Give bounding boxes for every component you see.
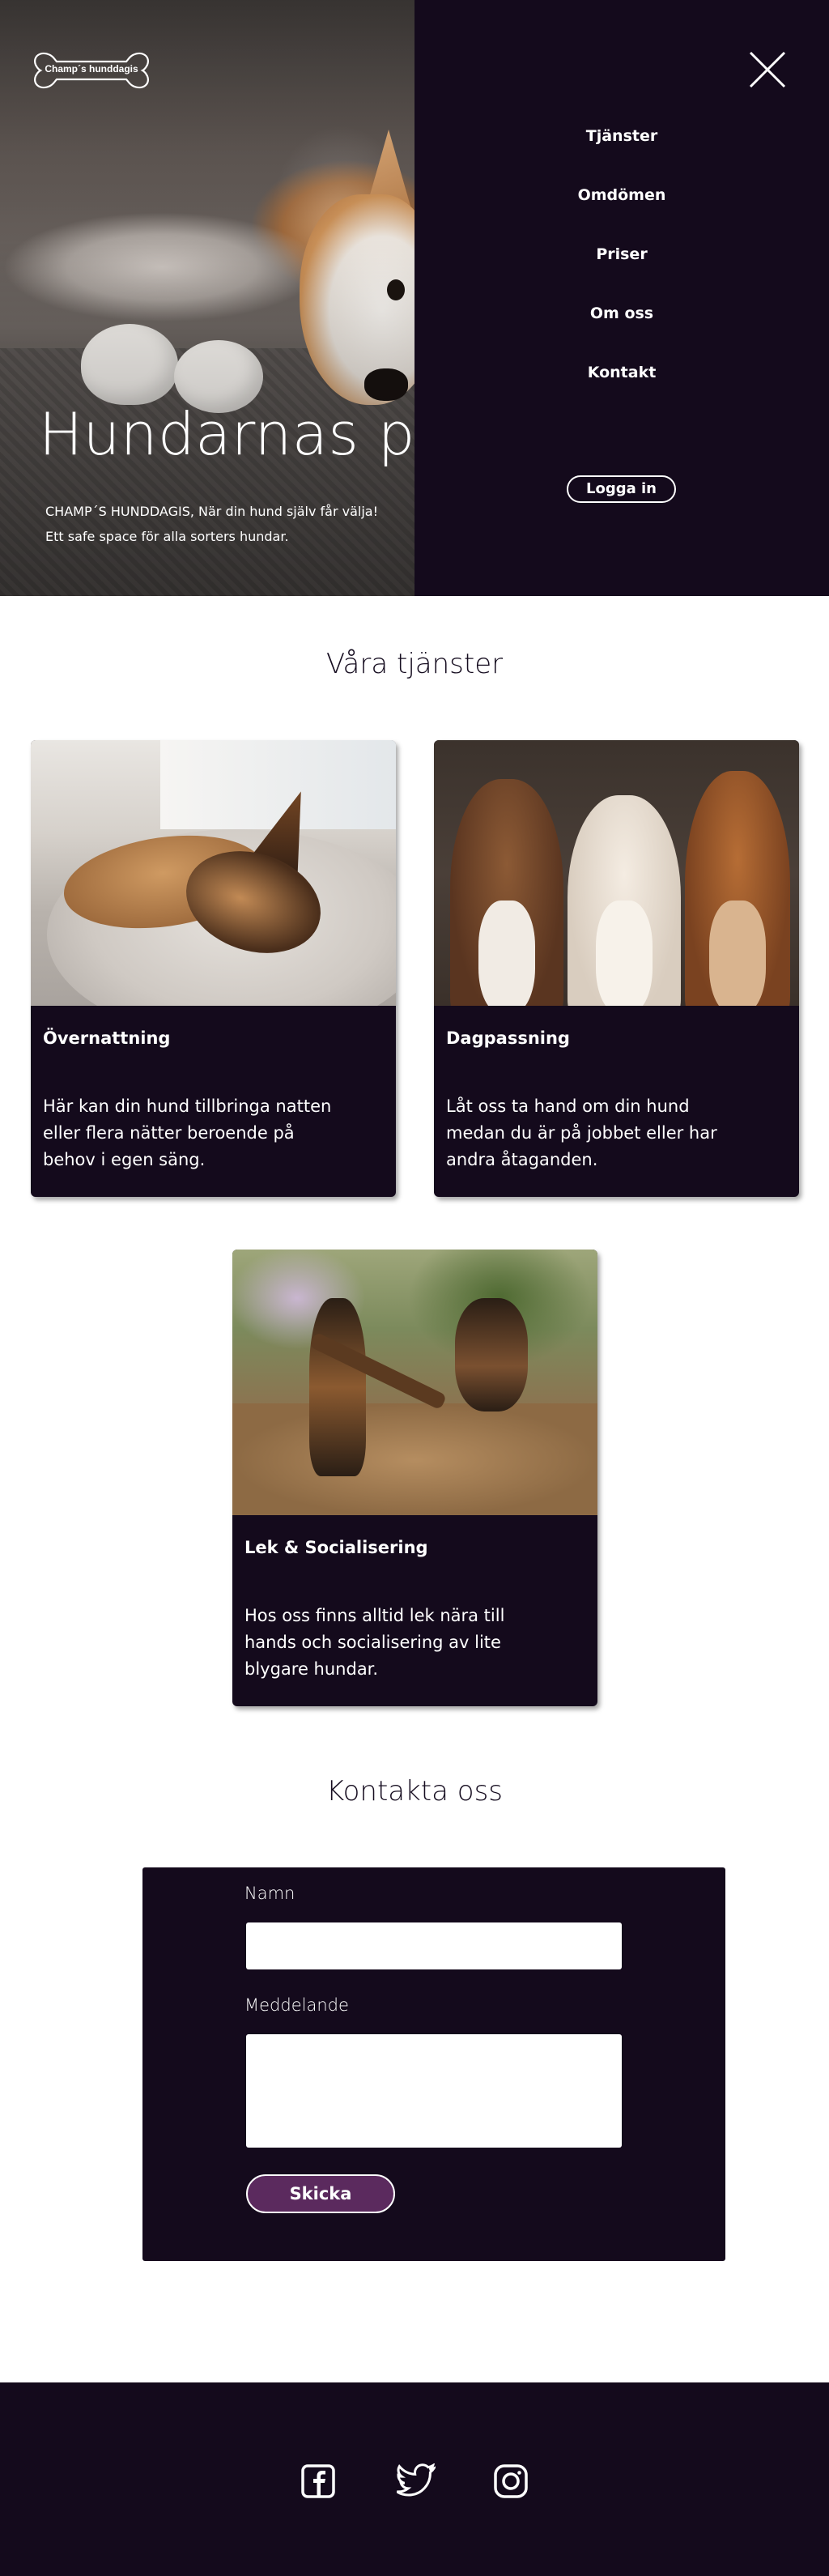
three-dogs-photo xyxy=(434,740,799,1006)
nav-item-tjanster[interactable]: Tjänster xyxy=(414,120,829,179)
nav-item-omdomen[interactable]: Omdömen xyxy=(414,179,829,238)
name-label: Namn xyxy=(244,1884,295,1903)
hero-subtitle-line1: CHAMP´S HUNDDAGIS, När din hund själv få… xyxy=(45,504,379,519)
facebook-icon xyxy=(301,2464,335,2498)
login-button[interactable]: Logga in xyxy=(567,475,676,503)
logo-text: Champ´s hunddagis xyxy=(45,63,138,75)
sleeping-dog-photo xyxy=(31,740,396,1006)
card-title: Lek & Socialisering xyxy=(244,1538,428,1557)
instagram-icon xyxy=(494,2464,528,2498)
nav-item-kontakt[interactable]: Kontakt xyxy=(414,356,829,415)
nav-menu-panel: Tjänster Omdömen Priser Om oss Kontakt L… xyxy=(414,0,829,596)
contact-form: Namn Meddelande Skicka xyxy=(142,1867,725,2261)
nav-list: Tjänster Omdömen Priser Om oss Kontakt xyxy=(414,120,829,415)
hero-subtitle-line2: Ett safe space för alla sorters hundar. xyxy=(45,529,289,544)
card-text: Här kan din hund tillbringa natten eller… xyxy=(43,1096,332,1169)
card-text: Hos oss finns alltid lek nära till hands… xyxy=(244,1606,505,1679)
footer xyxy=(0,2382,829,2576)
nav-item-om-oss[interactable]: Om oss xyxy=(414,297,829,356)
service-card-overnattning[interactable]: Övernattning Här kan din hund tillbringa… xyxy=(31,740,396,1197)
contact-heading: Kontakta oss xyxy=(325,1775,503,1807)
card-title: Dagpassning xyxy=(446,1028,570,1048)
instagram-link[interactable] xyxy=(493,2463,529,2499)
logo[interactable]: Champ´s hunddagis xyxy=(32,49,151,92)
hero-subtitle: CHAMP´S HUNDDAGIS, När din hund själv få… xyxy=(45,499,402,549)
card-text: Låt oss ta hand om din hund medan du är … xyxy=(446,1096,717,1169)
name-input[interactable] xyxy=(246,1922,622,1969)
close-icon xyxy=(749,51,786,88)
message-textarea[interactable] xyxy=(246,2034,622,2148)
nav-item-priser[interactable]: Priser xyxy=(414,238,829,297)
twitter-icon xyxy=(397,2463,436,2497)
close-menu-button[interactable] xyxy=(748,50,787,89)
service-card-dagpassning[interactable]: Dagpassning Låt oss ta hand om din hund … xyxy=(434,740,799,1197)
facebook-link[interactable] xyxy=(300,2463,336,2499)
hero-section: Champ´s hunddagis Hundarnas paradis CHAM… xyxy=(0,0,829,596)
dogs-playing-photo xyxy=(232,1250,597,1515)
services-heading: Våra tjänster xyxy=(325,648,504,680)
message-label: Meddelande xyxy=(244,1995,349,2015)
send-button[interactable]: Skicka xyxy=(246,2174,395,2213)
twitter-link[interactable] xyxy=(397,2463,436,2499)
card-title: Övernattning xyxy=(43,1028,171,1048)
service-card-lek-socialisering[interactable]: Lek & Socialisering Hos oss finns alltid… xyxy=(232,1250,597,1706)
